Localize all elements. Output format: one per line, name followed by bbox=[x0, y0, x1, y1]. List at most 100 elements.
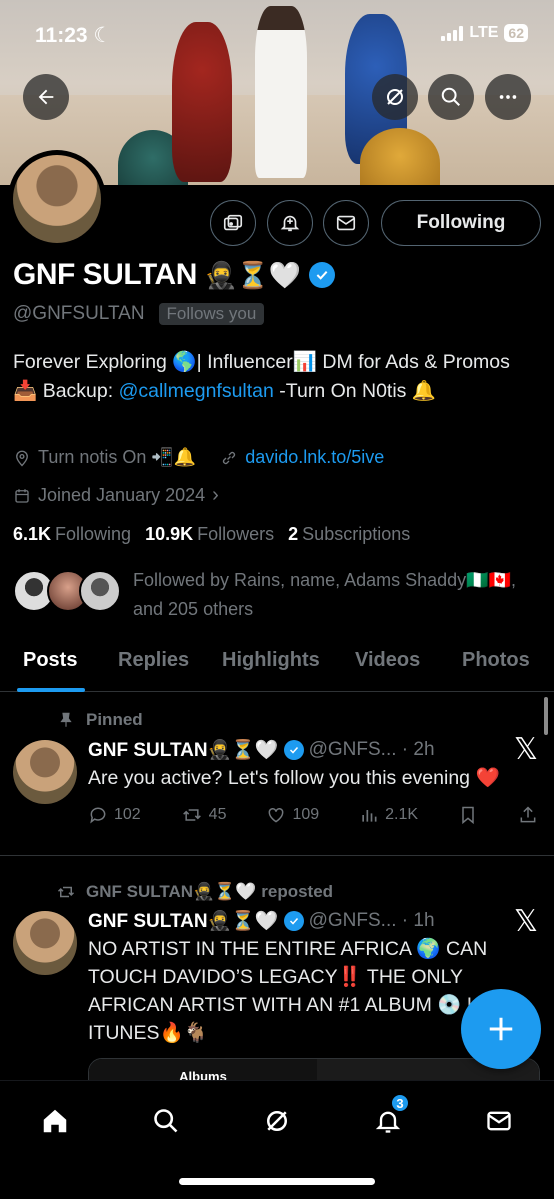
reply-button[interactable]: 102 bbox=[88, 805, 141, 825]
repost-icon bbox=[57, 886, 75, 898]
nav-messages[interactable] bbox=[477, 1099, 521, 1143]
post-header: GNF SULTAN🥷⏳🤍 @GNFS... · 2h bbox=[88, 738, 435, 762]
media-icon bbox=[223, 214, 243, 231]
followers-avatars bbox=[13, 566, 121, 614]
more-icon bbox=[499, 95, 517, 99]
more-button[interactable] bbox=[485, 74, 531, 120]
search-button[interactable] bbox=[428, 74, 474, 120]
scrollbar[interactable] bbox=[544, 697, 548, 735]
subscriptions-count[interactable]: 2 Subscriptions bbox=[288, 524, 410, 545]
joined-row[interactable]: Joined January 2024 › bbox=[13, 484, 219, 507]
status-bar: 11:23 ☾ LTE 62 bbox=[0, 20, 554, 50]
subscribe-button[interactable] bbox=[210, 200, 256, 246]
post-handle-time: @GNFS... · 2h bbox=[308, 739, 435, 760]
back-button[interactable] bbox=[23, 74, 69, 120]
avatar-image bbox=[13, 155, 101, 243]
pin-icon bbox=[60, 712, 72, 727]
grok-icon bbox=[387, 89, 403, 105]
nav-grok[interactable] bbox=[255, 1099, 299, 1143]
reply-icon bbox=[90, 807, 106, 824]
nav-home[interactable] bbox=[33, 1099, 77, 1143]
followed-by[interactable]: Followed by Rains, name, Adams Shaddy🇳🇬🇨… bbox=[13, 566, 543, 624]
follows-you-badge: Follows you bbox=[158, 303, 265, 325]
pinned-label: Pinned bbox=[86, 710, 143, 729]
verified-badge-icon[interactable] bbox=[308, 262, 335, 288]
profile-bio: Forever Exploring 🌎| Influencer📊 DM for … bbox=[13, 348, 538, 406]
website-link[interactable]: davido.lnk.to/5ive bbox=[245, 447, 384, 468]
tab-posts[interactable]: Posts bbox=[23, 649, 77, 672]
tab-highlights[interactable]: Highlights bbox=[222, 649, 320, 672]
share-button[interactable] bbox=[518, 805, 538, 825]
x-logo-icon[interactable]: 𝕏 bbox=[514, 904, 538, 939]
chevron-right-icon: › bbox=[212, 484, 219, 506]
post-author[interactable]: GNF SULTAN🥷⏳🤍 bbox=[88, 909, 279, 933]
post-header: GNF SULTAN🥷⏳🤍 @GNFS... · 1h bbox=[88, 909, 435, 933]
bell-plus-icon bbox=[280, 215, 300, 232]
plus-icon bbox=[489, 1017, 513, 1041]
website-item[interactable]: davido.lnk.to/5ive bbox=[220, 447, 384, 468]
following-count[interactable]: 6.1K Following bbox=[13, 524, 131, 545]
calendar-icon bbox=[15, 488, 29, 503]
post-actions: 102 45 109 2.1K bbox=[88, 805, 538, 825]
status-time: 11:23 ☾ bbox=[35, 24, 113, 47]
active-tab-indicator bbox=[17, 688, 85, 692]
repost-label: GNF SULTAN🥷⏳🤍 reposted bbox=[86, 882, 334, 901]
bio-tail: -Turn On N0tis 🔔 bbox=[273, 380, 437, 402]
handle-row: @GNFSULTAN Follows you bbox=[13, 303, 265, 325]
home-indicator[interactable] bbox=[179, 1178, 375, 1185]
profile-handle: @GNFSULTAN bbox=[13, 303, 145, 324]
x-logo-icon[interactable]: 𝕏 bbox=[514, 732, 538, 767]
verified-badge-icon bbox=[283, 911, 304, 931]
tab-videos[interactable]: Videos bbox=[355, 649, 420, 672]
post-avatar[interactable] bbox=[13, 911, 77, 975]
notification-badge: 3 bbox=[390, 1093, 410, 1113]
network-label: LTE bbox=[469, 24, 499, 41]
notify-button[interactable] bbox=[267, 200, 313, 246]
post-text: Are you active? Let's follow you this ev… bbox=[88, 767, 500, 789]
search-icon bbox=[154, 1109, 178, 1133]
battery-icon: 62 bbox=[504, 24, 528, 42]
location-text: Turn notis On 📲🔔 bbox=[38, 447, 197, 467]
grok-icon bbox=[267, 1111, 287, 1131]
display-name: GNF SULTAN bbox=[13, 258, 197, 291]
arrow-left-icon bbox=[38, 89, 54, 105]
post-avatar[interactable] bbox=[13, 740, 77, 804]
link-icon bbox=[223, 451, 236, 464]
compose-button[interactable] bbox=[461, 989, 541, 1069]
tab-replies[interactable]: Replies bbox=[118, 649, 189, 672]
share-icon bbox=[520, 806, 536, 823]
name-emoji: 🥷⏳🤍 bbox=[204, 259, 301, 290]
location-pin-icon bbox=[16, 450, 28, 466]
post-handle-time: @GNFS... · 1h bbox=[308, 910, 435, 931]
following-button[interactable]: Following bbox=[381, 200, 541, 246]
pinned-row: Pinned bbox=[56, 710, 143, 730]
repost-button[interactable]: 45 bbox=[181, 805, 226, 825]
profile-tabs: Posts Replies Highlights Videos Photos bbox=[0, 640, 554, 692]
profile-avatar[interactable] bbox=[8, 150, 106, 248]
bookmark-button[interactable] bbox=[458, 805, 478, 825]
verified-badge-icon bbox=[283, 740, 304, 760]
repost-icon bbox=[182, 809, 201, 821]
nav-notifications[interactable]: 3 bbox=[366, 1093, 410, 1143]
status-right: LTE 62 bbox=[441, 24, 528, 42]
post-author[interactable]: GNF SULTAN🥷⏳🤍 bbox=[88, 738, 279, 762]
tab-photos[interactable]: Photos bbox=[462, 649, 530, 672]
followed-by-text: Followed by Rains, name, Adams Shaddy🇳🇬🇨… bbox=[133, 570, 517, 619]
views-button[interactable]: 2.1K bbox=[359, 805, 418, 825]
message-button[interactable] bbox=[323, 200, 369, 246]
bookmark-icon bbox=[462, 806, 474, 825]
followers-count[interactable]: 10.9K Followers bbox=[145, 524, 274, 545]
follower-avatar bbox=[79, 570, 121, 612]
location-item: Turn notis On 📲🔔 bbox=[13, 447, 196, 468]
bio-link[interactable]: @callmegnfsultan bbox=[119, 380, 274, 402]
joined-text: Joined January 2024 bbox=[38, 485, 206, 505]
envelope-icon bbox=[487, 1111, 511, 1131]
grok-button[interactable] bbox=[372, 74, 418, 120]
profile-name: GNF SULTAN 🥷⏳🤍 bbox=[13, 258, 335, 292]
heart-icon bbox=[269, 807, 284, 823]
post-divider bbox=[0, 855, 554, 856]
repost-row: GNF SULTAN🥷⏳🤍 reposted bbox=[56, 882, 333, 902]
nav-search[interactable] bbox=[144, 1099, 188, 1143]
profile-meta: Turn notis On 📲🔔 davido.lnk.to/5ive bbox=[13, 447, 384, 468]
like-button[interactable]: 109 bbox=[266, 805, 319, 825]
